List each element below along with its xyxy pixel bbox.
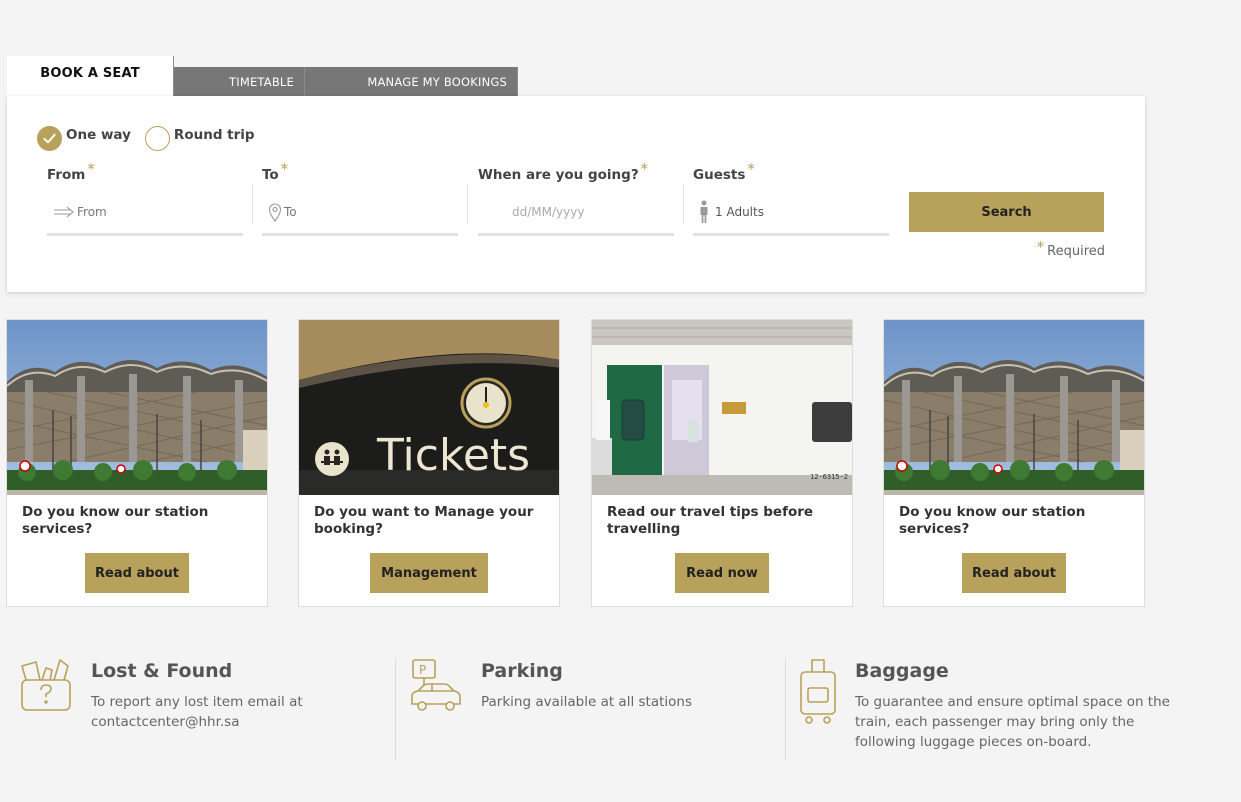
card-title: Do you know our station services? [22,504,209,537]
from-input[interactable]: From [47,190,243,236]
required-star: * [640,160,649,178]
from-placeholder: From [77,204,107,219]
required-star: * [1036,238,1045,256]
info-card-station-services: Do you know our station services? Read a… [883,319,1145,607]
tab-manage-my-bookings[interactable]: MANAGE MY BOOKINGS [305,67,518,96]
date-label: When are you going? [478,167,639,183]
info-card-travel-tips: 12-6315-2 Read our travel tips before tr… [591,319,853,607]
info-card-station-services: Do you know our station services? Read a… [6,319,268,607]
tab-book-a-seat[interactable]: BOOK A SEAT [7,56,174,96]
management-button[interactable]: Management [370,553,488,593]
field-divider [252,184,253,224]
to-placeholder: To [284,204,297,219]
info-text: To report any lost item email at contact… [91,694,303,730]
tab-timetable[interactable]: TIMETABLE [174,67,305,96]
card-title: Do you know our station services? [899,504,1086,537]
round-trip-radio[interactable] [144,126,170,151]
guests-input[interactable]: 1 Adults [693,190,889,236]
read-about-button[interactable]: Read about [85,553,189,593]
required-star: * [280,160,289,178]
from-field: From * From [47,160,243,236]
station-photo [7,320,267,495]
lost-found-icon [20,658,72,718]
parking-sign-text: P [419,663,426,677]
location-pin-icon [268,202,282,222]
guests-field: Guests * 1 Adults [693,160,889,236]
required-note-text: Required [1047,244,1105,259]
required-note: * Required [1035,238,1105,259]
info-text: To guarantee and ensure optimal space on… [855,694,1170,750]
guests-label: Guests [693,167,746,183]
one-way-radio[interactable] [37,126,62,151]
booking-tabs: BOOK A SEAT TIMETABLE MANAGE MY BOOKINGS [7,56,518,96]
to-input[interactable]: To [262,190,458,236]
date-placeholder: dd/MM/yyyy [512,204,585,219]
train-number-text: 12-6315-2 [810,473,848,481]
from-label: From [47,167,86,183]
read-about-button[interactable]: Read about [962,553,1066,593]
required-star: * [87,160,95,178]
round-trip-label: Round trip [173,126,255,143]
to-field: To * To [262,160,458,236]
section-divider [785,658,786,760]
search-button[interactable]: Search [909,192,1104,232]
guests-value: 1 Adults [715,204,764,219]
card-title: Do you want to Manage your booking? [314,504,534,537]
one-way-label: One way [66,126,131,143]
checkmark-icon [43,133,56,144]
suitcase-icon [798,658,838,730]
field-divider [467,184,468,224]
booking-panel: One way Round trip From * From To * To Whe… [7,96,1145,292]
info-title: Lost & Found [91,660,233,682]
date-field: When are you going? * dd/MM/yyyy [478,160,674,236]
date-input[interactable]: dd/MM/yyyy [478,190,674,236]
info-title: Parking [481,660,563,682]
trip-type-group: One way Round trip [37,126,269,151]
info-title: Baggage [855,660,949,682]
required-star: * [747,160,755,178]
person-icon [699,200,709,224]
arrow-right-icon [53,206,75,218]
parking-car-icon: P [410,658,462,716]
train-door-photo: 12-6315-2 [592,320,852,495]
station-photo [884,320,1144,495]
info-text: Parking available at all stations [481,694,692,710]
card-title: Read our travel tips before travelling [607,504,814,537]
to-label: To [262,167,279,183]
field-divider [683,184,684,224]
tickets-sign-text: Tickets [376,430,530,481]
read-now-button[interactable]: Read now [675,553,769,593]
info-card-manage-booking: Tickets Do you want to Manage your booki… [298,319,560,607]
section-divider [395,658,396,760]
tickets-sign-photo: Tickets [299,320,559,495]
